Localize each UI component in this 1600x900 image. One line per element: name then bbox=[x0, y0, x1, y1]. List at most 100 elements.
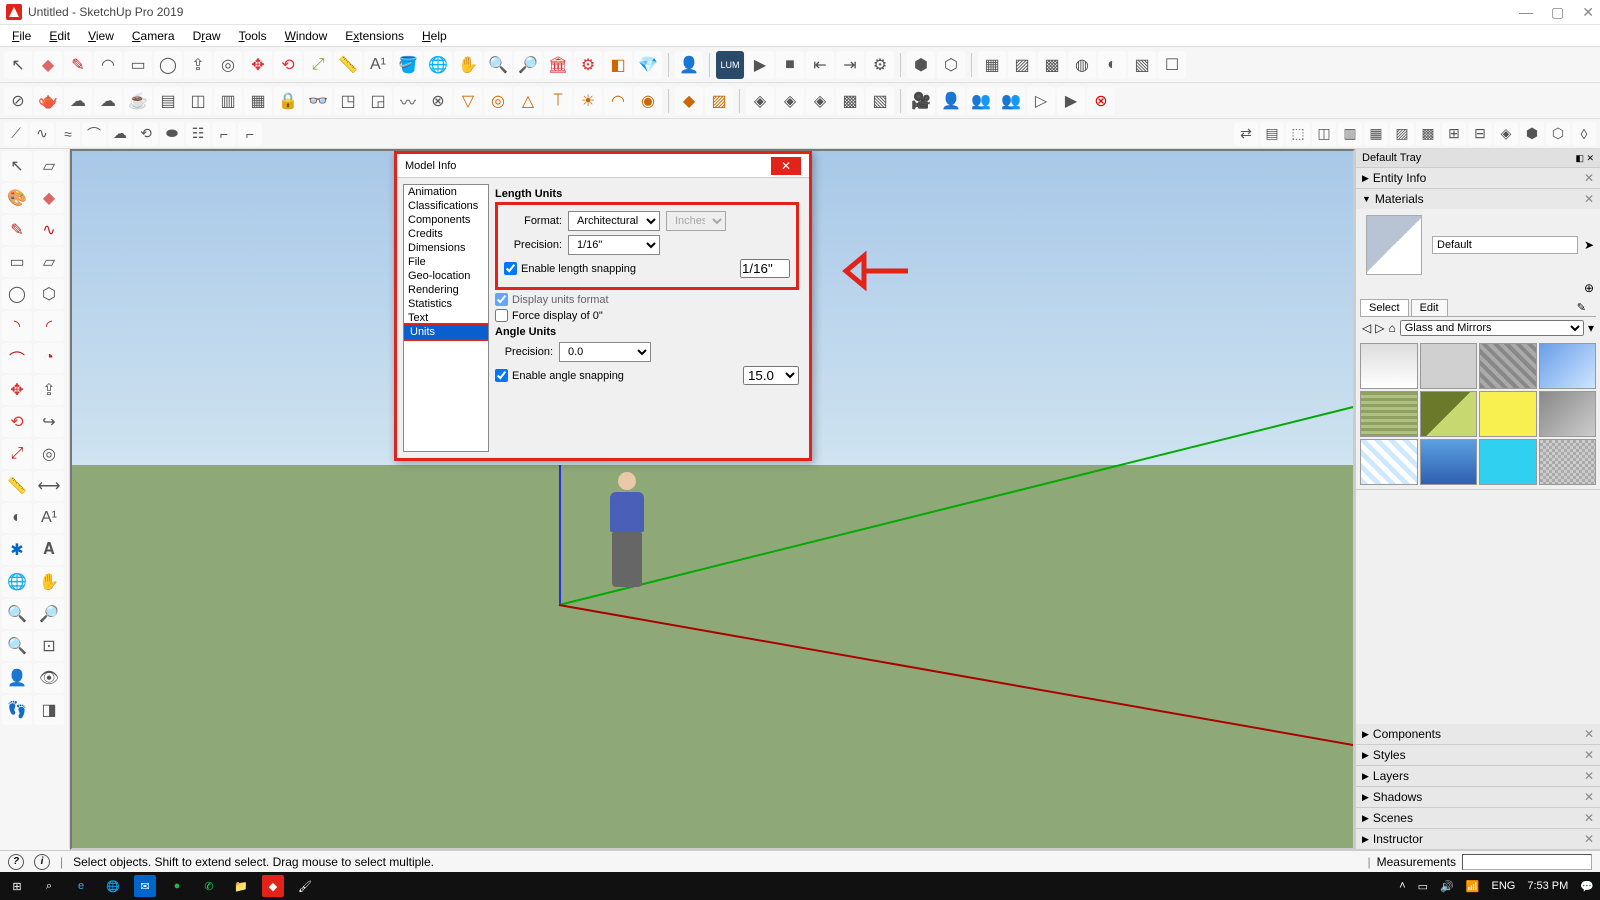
cat-units[interactable]: Units bbox=[403, 323, 489, 341]
tb2-17-icon[interactable]: ◎ bbox=[484, 87, 512, 115]
text-tool-icon[interactable]: A¹ bbox=[364, 51, 392, 79]
lumion-icon[interactable]: LUM bbox=[716, 51, 744, 79]
tb2-35-icon[interactable]: ▶ bbox=[1057, 87, 1085, 115]
material-swatch-4[interactable] bbox=[1539, 343, 1597, 389]
tray-walk-icon[interactable]: 👣 bbox=[2, 695, 32, 725]
tray-3dtext-icon[interactable]: 𝐀 bbox=[34, 535, 64, 565]
tb2-14-icon[interactable]: 〰 bbox=[394, 87, 422, 115]
material-swatch-9[interactable] bbox=[1360, 439, 1418, 485]
tray-pan-icon[interactable]: ✋ bbox=[34, 567, 64, 597]
cat-geolocation[interactable]: Geo-location bbox=[404, 269, 488, 283]
material-swatch-3[interactable] bbox=[1479, 343, 1537, 389]
tb3-23-icon[interactable]: ◫ bbox=[1312, 122, 1336, 146]
tb3-24-icon[interactable]: ▥ bbox=[1338, 122, 1362, 146]
layout-icon[interactable]: ◧ bbox=[604, 51, 632, 79]
collection-select[interactable]: Glass and Mirrors bbox=[1400, 320, 1584, 336]
help-icon[interactable]: ? bbox=[8, 854, 24, 870]
solid-union-icon[interactable]: ⬢ bbox=[907, 51, 935, 79]
menu-extensions[interactable]: Extensions bbox=[337, 27, 412, 45]
tb2-30-icon[interactable]: 🎥 bbox=[907, 87, 935, 115]
tb2-03-icon[interactable]: ☁ bbox=[64, 87, 92, 115]
tb2-27-icon[interactable]: ◈ bbox=[806, 87, 834, 115]
category-list[interactable]: Animation Classifications Components Cre… bbox=[403, 184, 489, 452]
tb2-33-icon[interactable]: 👥 bbox=[997, 87, 1025, 115]
tray-protractor-icon[interactable]: ◐ bbox=[2, 503, 32, 533]
tb2-24-icon[interactable]: ▨ bbox=[705, 87, 733, 115]
mail-icon[interactable]: ✉ bbox=[134, 875, 156, 897]
tb2-02-icon[interactable]: 🫖 bbox=[34, 87, 62, 115]
tb2-01-icon[interactable]: ⊘ bbox=[4, 87, 32, 115]
start-button[interactable]: ⊞ bbox=[6, 875, 28, 897]
material-swatch-10[interactable] bbox=[1420, 439, 1478, 485]
play-icon[interactable]: ▶ bbox=[746, 51, 774, 79]
tb3-05-icon[interactable]: ☁ bbox=[108, 122, 132, 146]
zoom-extents-icon[interactable]: 🔎 bbox=[514, 51, 542, 79]
tb3-30-icon[interactable]: ◈ bbox=[1494, 122, 1518, 146]
menu-edit[interactable]: Edit bbox=[41, 27, 78, 45]
display-units-checkbox[interactable] bbox=[495, 293, 508, 306]
chrome-icon[interactable]: 🌐 bbox=[102, 875, 124, 897]
tb3-33-icon[interactable]: ◊ bbox=[1572, 122, 1596, 146]
tb2-11-icon[interactable]: 👓 bbox=[304, 87, 332, 115]
menu-file[interactable]: File bbox=[4, 27, 39, 45]
tb3-03-icon[interactable]: ≈ bbox=[56, 122, 80, 146]
entity-info-section[interactable]: ▶Entity Info✕ bbox=[1356, 168, 1600, 188]
tray-freehand-icon[interactable]: ∿ bbox=[34, 215, 64, 245]
tb2-04-icon[interactable]: ☁ bbox=[94, 87, 122, 115]
paint-tool-icon[interactable]: 🪣 bbox=[394, 51, 422, 79]
sketchup-taskbar-icon[interactable]: ◆ bbox=[262, 875, 284, 897]
tray-followme-icon[interactable]: ↪ bbox=[34, 407, 64, 437]
material-swatch-11[interactable] bbox=[1479, 439, 1537, 485]
circle-tool-icon[interactable]: ◯ bbox=[154, 51, 182, 79]
tb2-32-icon[interactable]: 👥 bbox=[967, 87, 995, 115]
length-snap-input[interactable] bbox=[740, 259, 790, 278]
nav-fwd-icon[interactable]: ▷ bbox=[1375, 321, 1384, 335]
tray-pie-icon[interactable]: ◔ bbox=[34, 343, 64, 373]
layers-section[interactable]: ▶Layers✕ bbox=[1356, 766, 1600, 786]
tb2-29-icon[interactable]: ▧ bbox=[866, 87, 894, 115]
tb2-20-icon[interactable]: ☀ bbox=[574, 87, 602, 115]
orbit-tool-icon[interactable]: 🌐 bbox=[424, 51, 452, 79]
tb3-08-icon[interactable]: ☷ bbox=[186, 122, 210, 146]
user-icon[interactable]: 👤 bbox=[675, 51, 703, 79]
warehouse-icon[interactable]: 🏛 bbox=[544, 51, 572, 79]
viewport[interactable]: Model Info ✕ Animation Classifications C… bbox=[70, 149, 1355, 850]
menu-help[interactable]: Help bbox=[414, 27, 455, 45]
collection-menu-icon[interactable]: ▾ bbox=[1588, 321, 1594, 335]
material-swatch-8[interactable] bbox=[1539, 391, 1597, 437]
menu-view[interactable]: View bbox=[80, 27, 122, 45]
menu-draw[interactable]: Draw bbox=[185, 27, 229, 45]
tb3-32-icon[interactable]: ⬡ bbox=[1546, 122, 1570, 146]
cat-file[interactable]: File bbox=[404, 255, 488, 269]
material-swatch-7[interactable] bbox=[1479, 391, 1537, 437]
tb2-15-icon[interactable]: ⊗ bbox=[424, 87, 452, 115]
material-swatch-5[interactable] bbox=[1360, 391, 1418, 437]
app-icon[interactable]: 🖌 bbox=[294, 875, 316, 897]
material-send-icon[interactable]: ➤ bbox=[1584, 238, 1594, 252]
sandbox-1-icon[interactable]: ▦ bbox=[978, 51, 1006, 79]
tb3-29-icon[interactable]: ⊟ bbox=[1468, 122, 1492, 146]
cat-animation[interactable]: Animation bbox=[404, 185, 488, 199]
nav-back-icon[interactable]: ◁ bbox=[1362, 321, 1371, 335]
maximize-button[interactable]: ▢ bbox=[1551, 4, 1564, 21]
tray-arc-icon[interactable]: ◝ bbox=[2, 311, 32, 341]
precision-select[interactable]: 1/16" bbox=[568, 235, 660, 255]
tb2-23-icon[interactable]: ◆ bbox=[675, 87, 703, 115]
tray-offset-icon[interactable]: ◎ bbox=[34, 439, 64, 469]
tb3-28-icon[interactable]: ⊞ bbox=[1442, 122, 1466, 146]
tb2-25-icon[interactable]: ◈ bbox=[746, 87, 774, 115]
format-select[interactable]: Architectural bbox=[568, 211, 660, 231]
settings-icon[interactable]: ⚙ bbox=[866, 51, 894, 79]
tab-edit[interactable]: Edit bbox=[1411, 299, 1448, 316]
tray-text-icon[interactable]: A¹ bbox=[34, 503, 64, 533]
menu-camera[interactable]: Camera bbox=[124, 27, 183, 45]
material-swatch-1[interactable] bbox=[1360, 343, 1418, 389]
tb3-09-icon[interactable]: ⌐ bbox=[212, 122, 236, 146]
tray-section-icon[interactable]: ◨ bbox=[34, 695, 64, 725]
material-swatch-12[interactable] bbox=[1539, 439, 1597, 485]
tray-line-icon[interactable]: ✎ bbox=[2, 215, 32, 245]
tb3-04-icon[interactable]: ⌒ bbox=[82, 122, 106, 146]
tb3-10-icon[interactable]: ⌐ bbox=[238, 122, 262, 146]
force-zero-checkbox[interactable] bbox=[495, 309, 508, 322]
wifi-icon[interactable]: 📶 bbox=[1466, 880, 1480, 893]
